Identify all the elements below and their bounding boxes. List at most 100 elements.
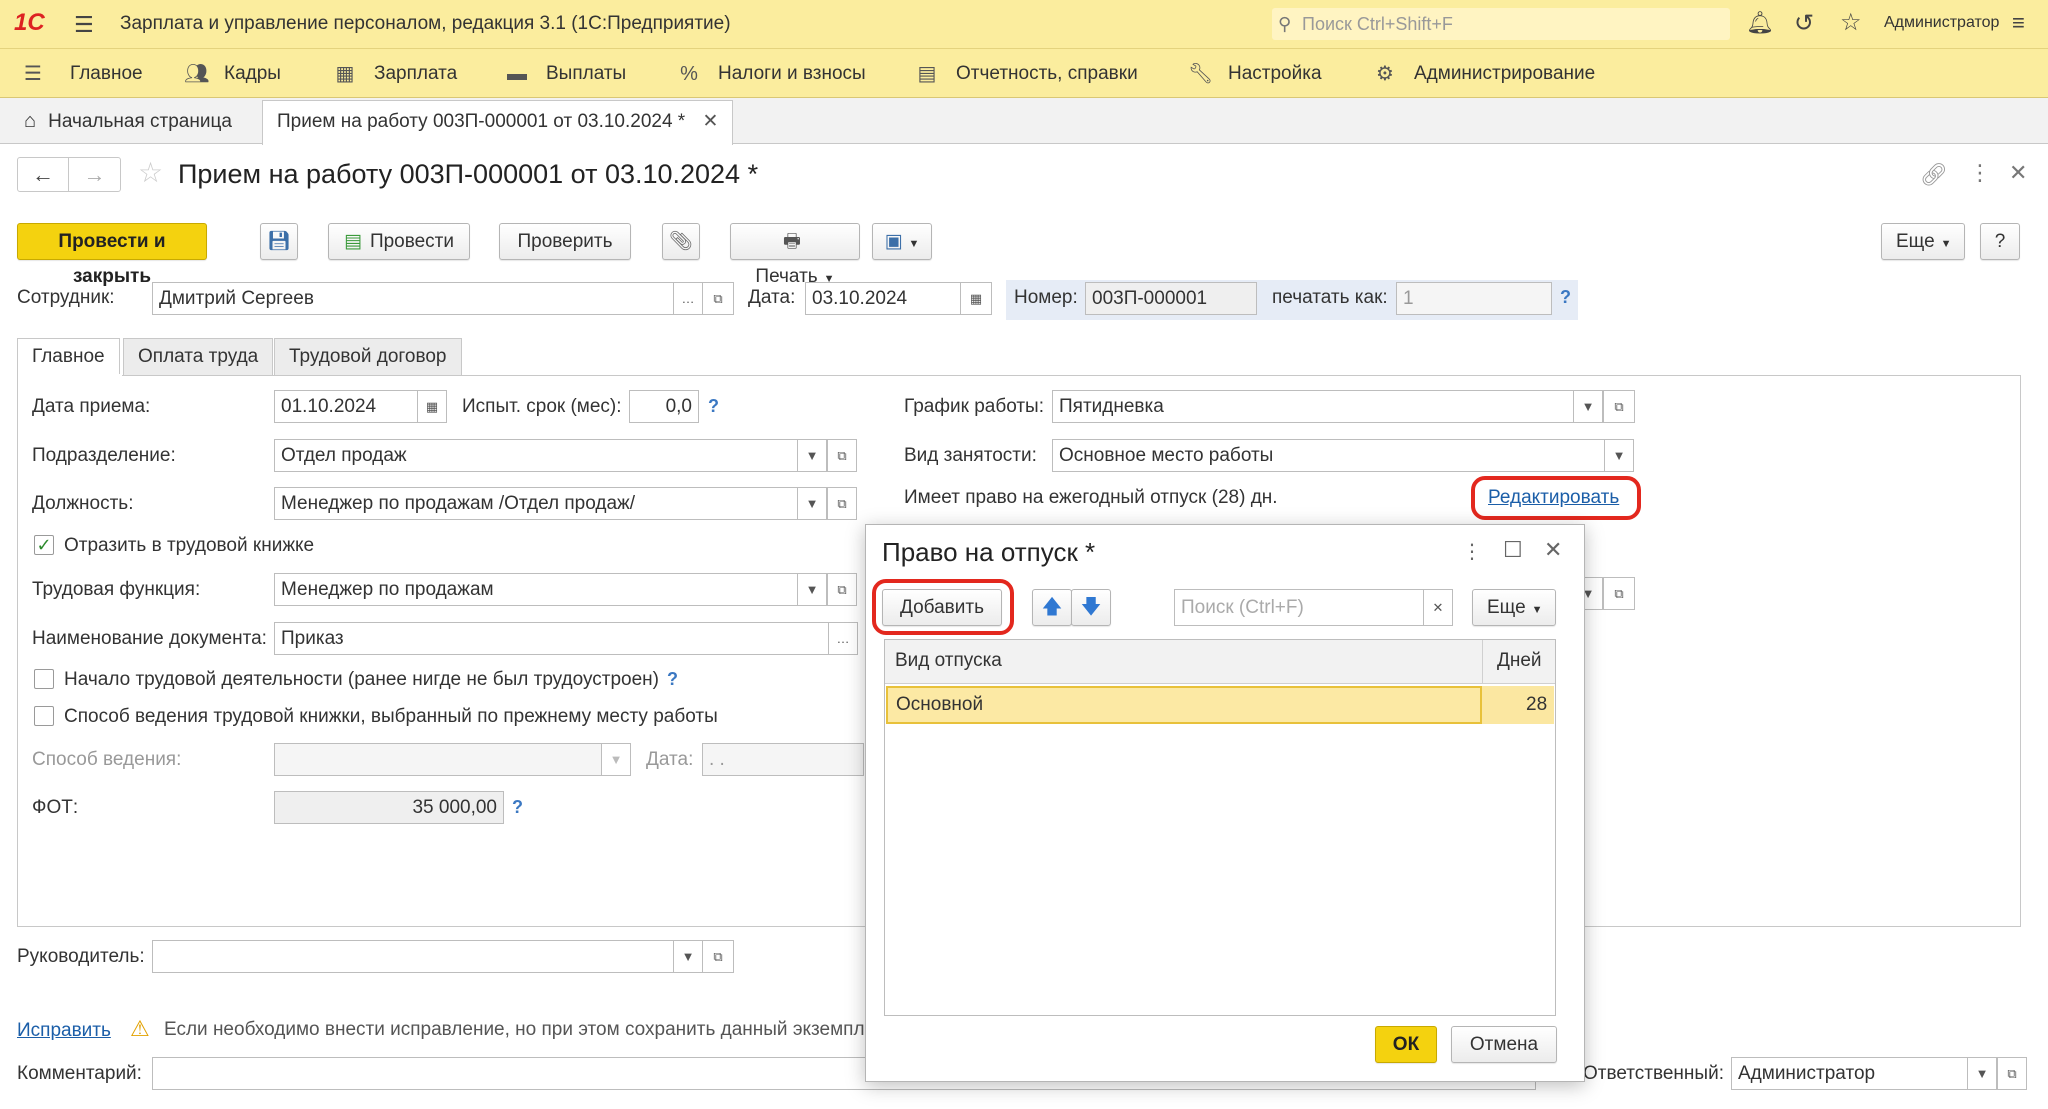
fot-field[interactable]: 35 000,00	[274, 791, 504, 824]
open-link-icon[interactable]: ⧉	[1997, 1057, 2027, 1090]
dropdown-arrow-icon[interactable]: ▼	[797, 487, 827, 520]
menu-item-personnel[interactable]: 👥︎ Кадры	[184, 49, 281, 98]
dropdown-arrow-icon[interactable]: ▼	[673, 940, 703, 973]
open-link-icon[interactable]: ⧉	[702, 940, 734, 973]
employee-select-button[interactable]: …	[673, 282, 703, 315]
bell-icon[interactable]: 🔔︎	[1746, 10, 1774, 36]
menu-item-main[interactable]: ☰ Главное	[22, 49, 143, 98]
menu-item-salary[interactable]: ▦ Зарплата	[334, 49, 458, 98]
open-link-icon[interactable]: ⧉	[1603, 577, 1635, 610]
link-icon[interactable]: 🔗︎	[1920, 162, 1948, 188]
help-question-icon[interactable]: ?	[667, 669, 678, 690]
help-question-icon[interactable]: ?	[512, 797, 523, 818]
date-field[interactable]: 03.10.2024	[805, 282, 961, 315]
attach-button[interactable]: 📎︎	[662, 223, 700, 260]
schedule-field[interactable]: Пятидневка	[1052, 390, 1574, 423]
help-question-icon[interactable]: ?	[708, 396, 719, 417]
create-based-on-button[interactable]: ▣ ▼	[872, 223, 932, 260]
function-field[interactable]: Менеджер по продажам	[274, 573, 800, 606]
dialog-search-input[interactable]: Поиск (Ctrl+F)	[1174, 589, 1424, 626]
docname-field[interactable]: Приказ	[274, 622, 830, 655]
print-as-field[interactable]: 1	[1396, 282, 1552, 315]
save-button[interactable]: 💾︎	[260, 223, 298, 260]
menu-item-reports[interactable]: ▤ Отчетность, справки	[916, 49, 1138, 98]
post-and-close-button[interactable]: Провести и закрыть	[17, 223, 207, 287]
manager-field[interactable]	[152, 940, 674, 973]
method-field[interactable]	[274, 743, 604, 776]
col-vacation-type[interactable]: Вид отпуска	[895, 650, 1002, 672]
col-days[interactable]: Дней	[1497, 650, 1542, 672]
user-name[interactable]: Администратор	[1884, 14, 1999, 32]
menu-item-admin[interactable]: ⚙ Администрирование	[1374, 49, 1595, 98]
open-link-icon[interactable]: ⧉	[827, 439, 857, 472]
clear-search-icon[interactable]: ✕	[1423, 589, 1453, 626]
select-button[interactable]: …	[828, 622, 858, 655]
dialog-close-icon[interactable]: ✕	[1544, 537, 1562, 563]
post-button[interactable]: ▤ Провести	[328, 223, 470, 260]
favorite-star-icon[interactable]: ☆	[138, 156, 163, 189]
help-question-icon[interactable]: ?	[1560, 287, 1571, 308]
forward-arrow-icon[interactable]: →	[69, 158, 120, 191]
docname-label: Наименование документа:	[32, 628, 267, 649]
number-field[interactable]: 003П-000001	[1085, 282, 1257, 315]
dialog-more-button[interactable]: Еще ▼	[1472, 589, 1556, 626]
more-vertical-icon[interactable]: ⋮	[1969, 160, 1991, 186]
close-tab-icon[interactable]: ✕	[702, 111, 718, 132]
fix-link[interactable]: Исправить	[17, 1020, 111, 1042]
open-link-icon[interactable]: ⧉	[702, 282, 734, 315]
position-field[interactable]: Менеджер по продажам /Отдел продаж/	[274, 487, 800, 520]
history-icon[interactable]: ↺	[1794, 9, 1814, 38]
tab-main[interactable]: Главное	[17, 338, 120, 376]
settings-menu-icon[interactable]: ≡	[2012, 10, 2025, 36]
hire-date-field[interactable]: 01.10.2024	[274, 390, 418, 423]
edit-vacation-link[interactable]: Редактировать	[1488, 487, 1619, 509]
dropdown-arrow-icon[interactable]: ▼	[1967, 1057, 1997, 1090]
cancel-button[interactable]: Отмена	[1451, 1026, 1557, 1063]
dropdown-arrow-icon[interactable]: ▼	[601, 743, 631, 776]
fix-text: Если необходимо внести исправление, но п…	[164, 1019, 864, 1040]
back-arrow-icon[interactable]: ←	[18, 158, 70, 191]
app-title: Зарплата и управление персоналом, редакц…	[120, 13, 731, 34]
add-button[interactable]: Добавить	[882, 589, 1002, 626]
menu-item-settings[interactable]: 🔧︎ Настройка	[1188, 49, 1322, 98]
move-up-icon[interactable]: 🡅	[1032, 589, 1072, 626]
dropdown-arrow-icon[interactable]: ▼	[797, 439, 827, 472]
dropdown-arrow-icon[interactable]: ▼	[797, 573, 827, 606]
menu-item-payments[interactable]: ▬ Выплаты	[506, 49, 626, 98]
close-icon[interactable]: ✕	[2009, 160, 2027, 186]
open-link-icon[interactable]: ⧉	[827, 487, 857, 520]
print-button[interactable]: 🖶︎Печать ▼	[730, 223, 860, 287]
calendar-icon[interactable]: ▦	[417, 390, 447, 423]
responsible-field[interactable]: Администратор	[1731, 1057, 1969, 1090]
open-link-icon[interactable]: ⧉	[1603, 390, 1635, 423]
dropdown-arrow-icon[interactable]: ▼	[1573, 390, 1603, 423]
trial-field[interactable]: 0,0	[629, 390, 699, 423]
dropdown-arrow-icon[interactable]: ▼	[1604, 439, 1634, 472]
calendar-icon[interactable]: ▦	[960, 282, 992, 315]
book-method-checkbox[interactable]	[34, 706, 54, 726]
open-link-icon[interactable]: ⧉	[827, 573, 857, 606]
ok-button[interactable]: ОК	[1375, 1026, 1437, 1063]
employment-field[interactable]: Основное место работы	[1052, 439, 1606, 472]
tab-labor-contract[interactable]: Трудовой договор	[274, 338, 462, 376]
more-button[interactable]: Еще ▼	[1881, 223, 1965, 260]
hamburger-icon[interactable]: ☰	[74, 12, 94, 38]
trial-label: Испыт. срок (мес):	[462, 396, 622, 417]
maximize-icon[interactable]: ☐	[1503, 537, 1523, 563]
tab-payment[interactable]: Оплата труда	[123, 338, 274, 376]
global-search-input[interactable]: ⚲ Поиск Ctrl+Shift+F	[1272, 8, 1730, 40]
more-vertical-icon[interactable]: ⋮	[1462, 539, 1482, 564]
move-down-icon[interactable]: 🡇	[1071, 589, 1111, 626]
employee-field[interactable]: Дмитрий Сергеев	[152, 282, 674, 315]
check-button[interactable]: Проверить	[499, 223, 631, 260]
star-icon[interactable]: ☆	[1840, 8, 1862, 37]
table-row[interactable]: Основной 28	[886, 686, 1554, 724]
tab-home[interactable]: ⌂ Начальная страница	[10, 98, 246, 144]
help-button[interactable]: ?	[1980, 223, 2020, 260]
reflect-checkbox[interactable]: ✓	[34, 535, 54, 555]
dept-field[interactable]: Отдел продаж	[274, 439, 800, 472]
start-work-checkbox[interactable]	[34, 669, 54, 689]
tab-document[interactable]: Прием на работу 003П-000001 от 03.10.202…	[262, 100, 734, 145]
method-date-field[interactable]: . .	[702, 743, 864, 776]
menu-item-taxes[interactable]: % Налоги и взносы	[678, 49, 866, 98]
